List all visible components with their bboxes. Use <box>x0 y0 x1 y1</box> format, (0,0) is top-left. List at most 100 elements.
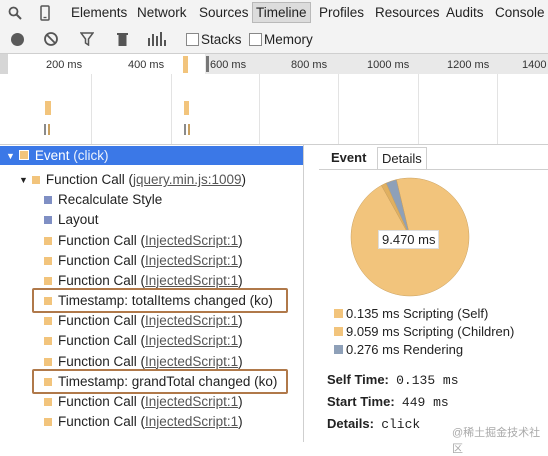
tree-row-label: Layout <box>58 212 99 228</box>
tab-elements[interactable]: Elements <box>71 5 127 20</box>
legend-rendering: 0.276 ms Rendering <box>334 342 463 357</box>
grid-line <box>171 74 172 144</box>
window-handle[interactable] <box>206 56 209 72</box>
tree-row-label: Function Call <box>58 333 137 349</box>
tree-row-label: Recalculate Style <box>58 192 163 208</box>
search-icon[interactable] <box>8 6 22 23</box>
legend-swatch <box>334 327 343 336</box>
stacks-label: Stacks <box>201 32 242 47</box>
tab-audits[interactable]: Audits <box>446 5 484 20</box>
timeline-overview <box>0 74 548 145</box>
scripting-category-icon <box>44 337 52 346</box>
legend-text: 9.059 ms Scripting (Children) <box>346 324 515 339</box>
device-mode-icon[interactable] <box>40 5 50 24</box>
tree-row-content: Function Call (InjectedScript:1) <box>44 313 243 328</box>
tab-profiles[interactable]: Profiles <box>319 5 364 20</box>
tree-row[interactable]: Function Call (InjectedScript:1) <box>0 331 303 351</box>
bar-chart-icon[interactable] <box>148 32 166 49</box>
grid-line <box>91 74 92 144</box>
tree-row[interactable]: Function Call (InjectedScript:1) <box>0 412 303 432</box>
ruler-tick: 1200 ms <box>447 59 490 71</box>
tree-row[interactable]: ▼ Event (click) <box>0 146 303 165</box>
tab-details[interactable]: Details <box>377 147 427 169</box>
tree-row-suffix: (click) <box>73 148 109 163</box>
tree-row-label: Event <box>34 148 70 163</box>
tree-row-label: Function Call <box>58 252 137 268</box>
tab-console[interactable]: Console <box>495 5 545 20</box>
source-link[interactable]: InjectedScript:1 <box>145 233 238 248</box>
expand-triangle-icon[interactable]: ▼ <box>6 147 15 166</box>
details-row: Details: click <box>327 416 420 432</box>
tab-timeline[interactable]: Timeline <box>252 2 311 23</box>
tree-row-label: Function Call <box>58 413 137 429</box>
event-bar[interactable] <box>184 124 186 135</box>
timeline-records-tree: ▼ Event (click) ▼ Function Call (jquery.min… <box>0 145 304 442</box>
tab-event[interactable]: Event <box>331 150 366 165</box>
source-link[interactable]: InjectedScript:1 <box>145 273 238 288</box>
clear-icon[interactable] <box>43 31 59 50</box>
source-link[interactable]: InjectedScript:1 <box>145 313 238 328</box>
tree-row[interactable]: Function Call (InjectedScript:1) <box>0 311 303 331</box>
scripting-category-icon <box>44 357 52 366</box>
grid-line <box>418 74 419 144</box>
event-bar[interactable] <box>184 101 189 115</box>
source-link[interactable]: jquery.min.js:1009 <box>133 172 242 187</box>
event-bar[interactable] <box>45 101 51 115</box>
ruler-tick: 400 ms <box>128 59 165 71</box>
tree-row[interactable]: Function Call (InjectedScript:1) <box>0 251 303 271</box>
legend-swatch <box>334 345 343 354</box>
source-link[interactable]: InjectedScript:1 <box>145 414 238 429</box>
tab-resources[interactable]: Resources <box>375 5 440 20</box>
watermark: @稀土掘金技术社区 <box>452 427 541 455</box>
legend-text: 0.135 ms Scripting (Self) <box>346 306 489 321</box>
self-time-label: Self Time: <box>327 372 389 387</box>
record-icon[interactable] <box>11 33 24 46</box>
scripting-category-icon <box>44 397 52 406</box>
tree-row[interactable]: Function Call (InjectedScript:1) <box>0 231 303 251</box>
event-bar[interactable] <box>44 124 46 135</box>
details-value: click <box>381 417 421 432</box>
event-category-icon <box>18 150 29 160</box>
stacks-checkbox[interactable] <box>186 33 199 46</box>
tree-row[interactable]: Function Call (InjectedScript:1) <box>0 392 303 412</box>
event-bar[interactable] <box>48 124 50 135</box>
rendering-category-icon <box>44 216 52 225</box>
tree-row-content: Function Call (InjectedScript:1) <box>44 354 243 369</box>
tab-sources[interactable]: Sources <box>199 5 249 20</box>
legend-scripting-self: 0.135 ms Scripting (Self) <box>334 306 488 321</box>
tree-row[interactable]: ▼ Function Call (jquery.min.js:1009) <box>0 170 303 190</box>
trash-icon[interactable] <box>116 31 129 50</box>
tab-network[interactable]: Network <box>137 5 187 20</box>
tree-row-content: Function Call (InjectedScript:1) <box>44 253 243 268</box>
source-link[interactable]: InjectedScript:1 <box>145 333 238 348</box>
scripting-category-icon <box>44 417 52 426</box>
filter-icon[interactable] <box>79 32 95 49</box>
tree-row-content: ▼ Event (click) <box>6 146 108 166</box>
self-time-value: 0.135 ms <box>396 373 459 388</box>
details-label: Details: <box>327 416 374 431</box>
tree-row-content: Function Call (InjectedScript:1) <box>44 414 243 429</box>
memory-checkbox[interactable] <box>249 33 262 46</box>
tree-row-content: Function Call (InjectedScript:1) <box>44 233 243 248</box>
pie-total-label: 9.470 ms <box>378 230 440 249</box>
tree-row-content: ▼ Function Call (jquery.min.js:1009) <box>19 172 247 188</box>
grid-line <box>259 74 260 144</box>
memory-label: Memory <box>264 32 313 47</box>
scripting-category-icon <box>44 317 52 326</box>
expand-triangle-icon[interactable]: ▼ <box>19 175 28 185</box>
source-link[interactable]: InjectedScript:1 <box>145 253 238 268</box>
scripting-category-icon <box>31 176 40 185</box>
source-link[interactable]: InjectedScript:1 <box>145 354 238 369</box>
ruler-tick: 1000 ms <box>367 59 410 71</box>
event-bar[interactable] <box>188 124 190 135</box>
source-link[interactable]: InjectedScript:1 <box>145 394 238 409</box>
legend-text: 0.276 ms Rendering <box>346 342 464 357</box>
tree-row-content: Recalculate Style <box>44 192 162 207</box>
timeline-toolbar: Stacks Memory <box>0 27 548 54</box>
selection-marker <box>183 56 188 73</box>
tree-row[interactable]: Recalculate Style <box>0 190 303 210</box>
highlight-box <box>32 288 288 314</box>
tree-row-label: Function Call <box>58 353 137 369</box>
tree-row[interactable]: Layout <box>0 210 303 230</box>
tree-row-label: Function Call <box>58 232 137 248</box>
